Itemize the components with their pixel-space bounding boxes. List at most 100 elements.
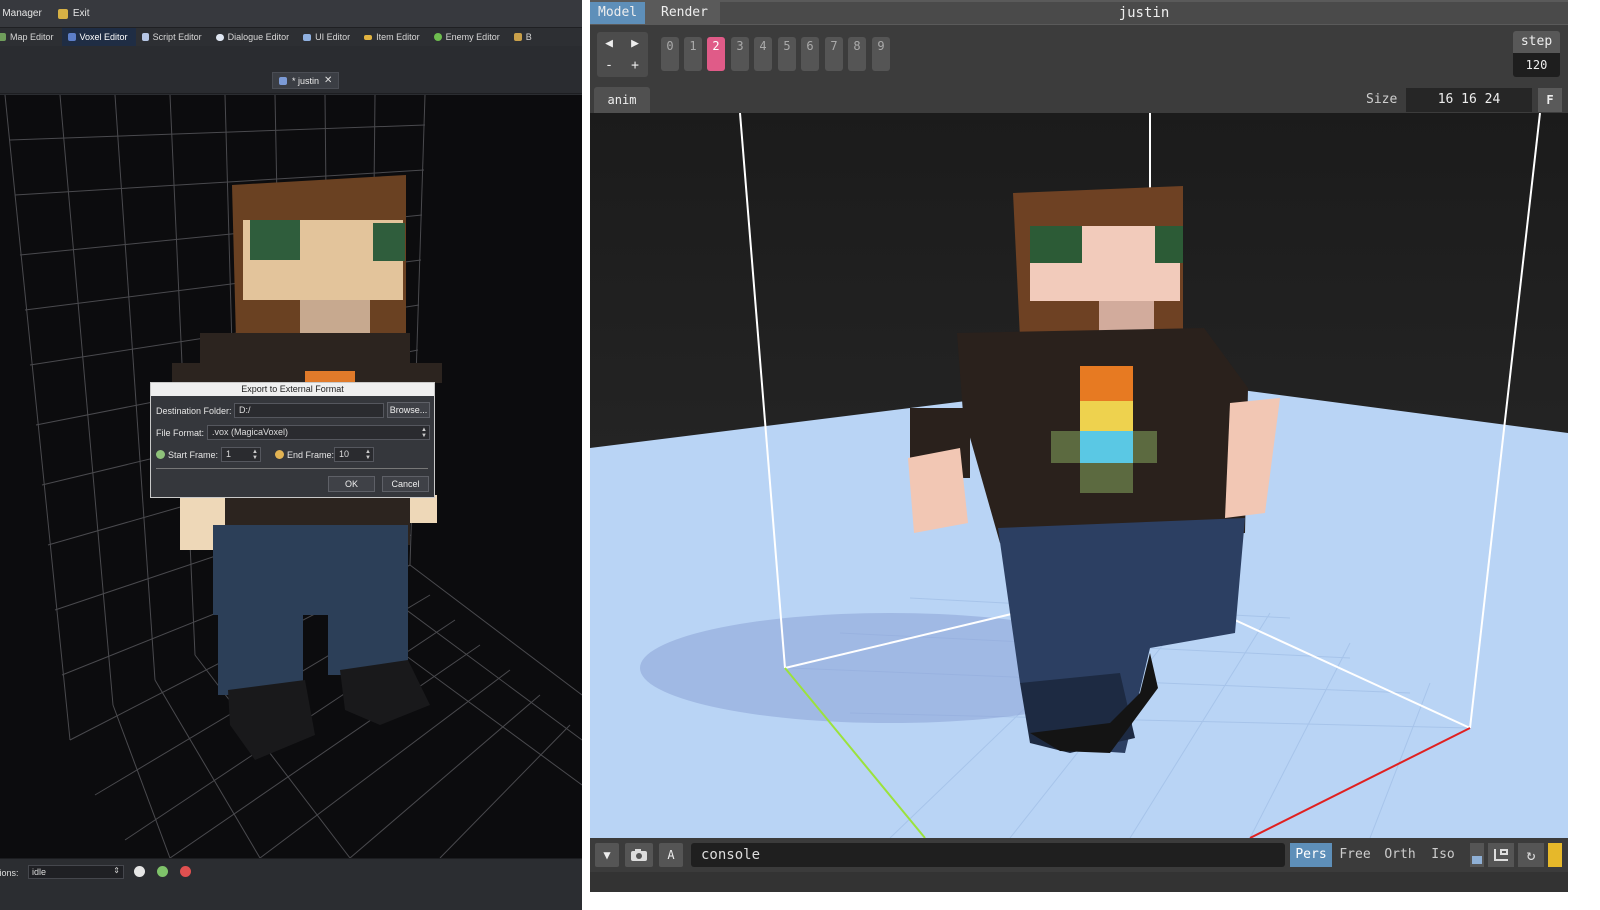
view-iso-button[interactable]: Iso	[1425, 843, 1461, 867]
tab-ui-editor[interactable]: UI Editor	[297, 28, 358, 46]
exit-button[interactable]: Exit	[50, 0, 98, 28]
frame-nav: ◀ ▶ - +	[597, 32, 648, 77]
exit-icon	[57, 8, 68, 19]
step-label: step	[1513, 31, 1560, 53]
document-tab[interactable]: * justin ✕	[272, 72, 340, 89]
anim-tab[interactable]: anim	[594, 87, 650, 113]
step-value[interactable]: 120	[1513, 53, 1560, 77]
file-format-select[interactable]: .vox (MagicaVoxel) ▲ ▼	[207, 425, 430, 440]
a-button[interactable]: A	[659, 843, 683, 867]
key-icon	[364, 34, 373, 40]
frame-button-3[interactable]: 3	[731, 37, 749, 71]
remove-animation-icon[interactable]	[180, 866, 191, 877]
manager-menu-button[interactable]: e Manager	[0, 0, 50, 28]
dialogue-icon	[215, 33, 224, 41]
frame-button-9[interactable]: 9	[872, 37, 890, 71]
magicavoxel-app: Model Render justin ◀ ▶ - + 0 1 2 3 4 5 …	[590, 0, 1568, 892]
tab-script-editor[interactable]: Script Editor	[136, 28, 210, 46]
grid-toggle-icon[interactable]	[1488, 843, 1514, 867]
add-frame-button[interactable]: +	[623, 55, 647, 76]
frame-button-7[interactable]: 7	[825, 37, 843, 71]
voxel-icon	[67, 33, 76, 41]
left-bottom-bar: tions: idle ⇕	[0, 858, 582, 910]
tab-enemy-editor-label: Enemy Editor	[445, 32, 500, 42]
start-frame-value: 1	[226, 449, 232, 459]
frame-button-5[interactable]: 5	[778, 37, 796, 71]
manager-menu-label: e Manager	[0, 8, 42, 19]
spin-arrows-icon: ▲ ▼	[365, 449, 371, 461]
reset-view-icon[interactable]: ↻	[1518, 843, 1544, 867]
ground-toggle-icon[interactable]	[1470, 843, 1484, 867]
camera-button[interactable]	[625, 843, 653, 867]
sub-bar: anim Size 16 16 24 F	[590, 85, 1568, 113]
collapse-button[interactable]: ▼	[595, 843, 619, 867]
export-dialog-title: Export to External Format	[151, 383, 434, 396]
frame-button-2[interactable]: 2	[707, 37, 725, 71]
ui-icon	[303, 33, 312, 41]
tab-ui-editor-label: UI Editor	[315, 32, 351, 42]
next-frame-button[interactable]: ▶	[623, 33, 647, 54]
file-format-label: File Format:	[156, 428, 205, 438]
dialog-divider	[156, 468, 428, 469]
step-control[interactable]: step 120	[1513, 31, 1560, 77]
tab-voxel-editor-label: Voxel Editor	[79, 32, 128, 42]
start-frame-spinbox[interactable]: 1 ▲ ▼	[221, 447, 261, 462]
close-icon[interactable]: ✕	[324, 75, 332, 86]
left-menubar: e Manager Exit	[0, 0, 582, 28]
render-viewport[interactable]	[590, 113, 1568, 838]
view-free-button[interactable]: Free	[1335, 843, 1375, 867]
size-input[interactable]: 16 16 24	[1406, 88, 1532, 112]
tab-dialogue-editor[interactable]: Dialogue Editor	[210, 28, 298, 46]
enemy-icon	[433, 33, 442, 41]
tab-more[interactable]: B	[508, 28, 540, 46]
view-pers-button[interactable]: Pers	[1290, 843, 1332, 867]
render-mode-button[interactable]: Render	[653, 2, 716, 24]
editor-tabs: Map Editor Voxel Editor Script Editor Di…	[0, 28, 582, 46]
exit-label: Exit	[72, 8, 90, 19]
tab-map-editor-label: Map Editor	[10, 32, 54, 42]
fit-button[interactable]: F	[1538, 88, 1562, 112]
animations-label: tions:	[0, 868, 19, 878]
camera-icon	[631, 849, 647, 861]
frame-button-1[interactable]: 1	[684, 37, 702, 71]
tab-voxel-editor[interactable]: Voxel Editor	[61, 28, 136, 46]
animation-select[interactable]: idle ⇕	[28, 865, 124, 879]
map-icon	[0, 33, 6, 41]
frame-button-4[interactable]: 4	[754, 37, 772, 71]
tab-map-editor[interactable]: Map Editor	[0, 28, 62, 46]
end-frame-value: 10	[339, 449, 350, 459]
book-icon	[513, 33, 522, 41]
tab-more-label: B	[525, 32, 532, 42]
tab-script-editor-label: Script Editor	[152, 32, 202, 42]
frame-button-6[interactable]: 6	[801, 37, 819, 71]
document-tab-bar: * justin ✕	[0, 46, 582, 94]
prev-frame-button[interactable]: ◀	[597, 33, 621, 54]
select-arrows-icon: ▲ ▼	[421, 427, 427, 439]
tab-item-editor-label: Item Editor	[376, 32, 420, 42]
triangle-down-icon: ▼	[603, 848, 611, 862]
file-format-value: .vox (MagicaVoxel)	[212, 427, 289, 437]
console-input[interactable]: console	[691, 843, 1285, 867]
frame-button-8[interactable]: 8	[848, 37, 866, 71]
ok-button[interactable]: OK	[328, 476, 375, 492]
remove-frame-button[interactable]: -	[597, 55, 621, 76]
tab-item-editor[interactable]: Item Editor	[358, 28, 428, 46]
browse-button[interactable]: Browse...	[387, 402, 430, 418]
voxel-viewport[interactable]: Export to External Format Destination Fo…	[0, 95, 582, 858]
end-frame-spinbox[interactable]: 10 ▲ ▼	[334, 447, 374, 462]
footer-bar	[590, 872, 1568, 892]
play-icon[interactable]	[134, 866, 145, 877]
tab-enemy-editor[interactable]: Enemy Editor	[428, 28, 508, 46]
model-mode-button[interactable]: Model	[590, 2, 646, 24]
export-dialog: Export to External Format Destination Fo…	[150, 382, 435, 498]
end-frame-icon	[275, 450, 284, 459]
bottom-bar: ▼ A console Pers Free Orth Iso ↻	[590, 838, 1568, 872]
frame-button-0[interactable]: 0	[661, 37, 679, 71]
add-animation-icon[interactable]	[157, 866, 168, 877]
color-swatch[interactable]	[1548, 843, 1562, 867]
model-title: justin	[720, 2, 1568, 24]
destination-folder-input[interactable]: D:/	[234, 403, 384, 418]
view-orth-button[interactable]: Orth	[1379, 843, 1421, 867]
document-tab-label: * justin	[292, 75, 320, 86]
cancel-button[interactable]: Cancel	[382, 476, 429, 492]
